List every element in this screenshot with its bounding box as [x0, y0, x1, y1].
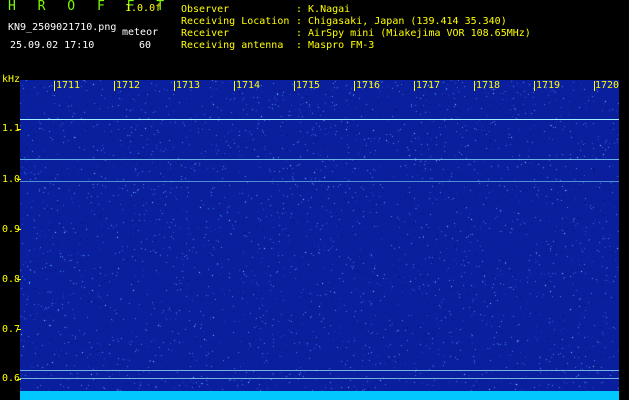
y-tick	[17, 379, 21, 380]
y-tick	[17, 179, 21, 180]
location-value: : Chigasaki, Japan (139.414 35.340)	[296, 16, 507, 27]
x-tick-label: 1718	[476, 80, 501, 91]
x-tick-label: 1719	[536, 80, 561, 91]
y-tick	[17, 279, 21, 280]
x-tick-label: 1712	[116, 80, 141, 91]
y-tick	[17, 329, 21, 330]
version-label: 1.0.0f	[125, 3, 162, 14]
carrier-line	[20, 119, 619, 120]
y-tick	[17, 229, 21, 230]
x-tick-label: 1713	[176, 80, 201, 91]
antenna-label: Receiving antenna	[181, 40, 284, 51]
x-tick-label: 1717	[416, 80, 441, 91]
header-panel: H R O F F T 1.0.0f KN9_2509021710.png me…	[0, 0, 629, 78]
receiver-label: Receiver	[181, 28, 230, 39]
x-tick-label: 1711	[56, 80, 81, 91]
x-tick	[114, 81, 115, 91]
receiver-value: : AirSpy mini (Miakejima VOR 108.65MHz)	[296, 28, 531, 39]
datetime-label: 25.09.02 17:10	[10, 40, 95, 51]
filename-label: KN9_2509021710.png	[8, 22, 117, 33]
meteor-label: meteor	[122, 27, 159, 38]
x-tick	[174, 81, 175, 91]
x-tick-label: 1714	[236, 80, 261, 91]
x-tick-label: 1720	[595, 80, 620, 91]
carrier-line	[20, 370, 619, 371]
spectrogram-noise	[20, 80, 619, 397]
x-tick	[414, 81, 415, 91]
x-tick-label: 1716	[356, 80, 381, 91]
x-tick	[54, 81, 55, 91]
carrier-line	[20, 159, 619, 160]
x-tick	[474, 81, 475, 91]
x-tick	[354, 81, 355, 91]
y-tick	[17, 129, 21, 130]
location-label: Receiving Location	[181, 16, 290, 27]
y-unit-label: kHz	[2, 74, 21, 85]
antenna-value: : Maspro FM-3	[296, 40, 375, 51]
carrier-line	[20, 181, 619, 182]
x-tick	[294, 81, 295, 91]
bottom-strip	[20, 391, 619, 400]
carrier-line	[20, 378, 619, 379]
observer-label: Observer	[181, 4, 230, 15]
x-tick	[594, 81, 595, 91]
x-tick-label: 1715	[296, 80, 321, 91]
spectrogram-plot	[20, 80, 619, 397]
meteor-count: 60	[139, 40, 152, 51]
x-tick	[534, 81, 535, 91]
observer-value: : K.Nagai	[296, 4, 351, 15]
x-tick	[234, 81, 235, 91]
